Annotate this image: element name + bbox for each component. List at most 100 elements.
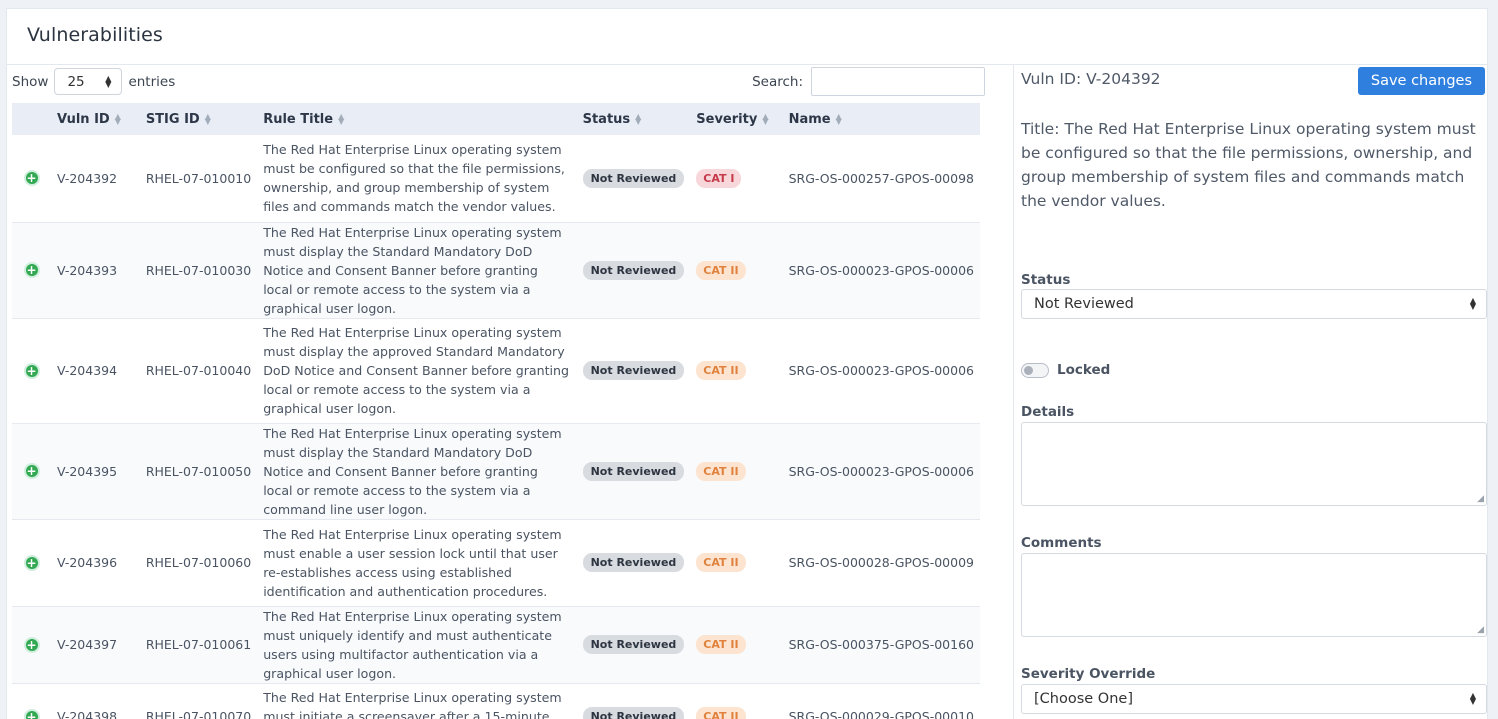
- table-row[interactable]: + V-204392 RHEL-07-010010 The Red Hat En…: [12, 135, 980, 222]
- locked-label: Locked: [1057, 362, 1111, 378]
- name-cell: SRG-OS-000028-GPOS-00009: [788, 555, 974, 570]
- table-row[interactable]: + V-204394 RHEL-07-010040 The Red Hat En…: [12, 318, 980, 423]
- sort-icon: ▲ ▼: [635, 112, 642, 126]
- column-header-vuln-id[interactable]: Vuln ID ▲ ▼: [51, 103, 140, 135]
- plus-circle-icon[interactable]: +: [23, 262, 40, 278]
- status-select-value: Not Reviewed: [1034, 296, 1134, 312]
- vulnerability-detail-panel: Vuln ID: V-204392 Save changes Title: Th…: [1015, 65, 1487, 719]
- comments-textarea[interactable]: ◢: [1021, 553, 1487, 637]
- sort-icon: ▲ ▼: [204, 112, 211, 126]
- vuln-id-cell: V-204392: [57, 170, 118, 186]
- stig-id-cell: RHEL-07-010060: [145, 555, 252, 570]
- detail-title: Title: The Red Hat Enterprise Linux oper…: [1021, 120, 1476, 210]
- name-cell: SRG-OS-000023-GPOS-00006: [788, 262, 974, 278]
- plus-circle-icon[interactable]: +: [23, 362, 40, 379]
- vulnerability-list-panel: Show 25 ▲ ▼ entries Search: Vuln ID ▲ ▼ STI…: [7, 65, 1014, 719]
- column-header-name[interactable]: Name ▲ ▼: [783, 103, 980, 135]
- table-row[interactable]: + V-204395 RHEL-07-010050 The Red Hat En…: [12, 423, 980, 519]
- severity-override-select[interactable]: [Choose One] ▲ ▼: [1021, 684, 1487, 714]
- severity-badge: CAT II: [696, 260, 746, 280]
- search-input[interactable]: [811, 67, 985, 96]
- column-header-stig-id[interactable]: STIG ID ▲ ▼: [140, 103, 257, 135]
- status-badge: Not Reviewed: [582, 707, 685, 719]
- plus-circle-icon[interactable]: +: [23, 636, 40, 653]
- sort-icon: ▲ ▼: [762, 112, 769, 126]
- toggle-knob: [1024, 366, 1033, 375]
- entries-value: 25: [67, 73, 85, 90]
- entries-label: entries: [128, 73, 176, 90]
- severity-badge: CAT II: [696, 707, 746, 719]
- vuln-id-cell: V-204397: [57, 637, 118, 652]
- rule-title-cell: The Red Hat Enterprise Linux operating s…: [263, 325, 570, 416]
- column-header-severity[interactable]: Severity ▲ ▼: [690, 103, 782, 135]
- entries-select[interactable]: 25 ▲ ▼: [54, 68, 123, 95]
- stig-id-cell: RHEL-07-010010: [145, 170, 252, 186]
- status-badge: Not Reviewed: [582, 553, 685, 572]
- vuln-id-cell: V-204398: [57, 709, 118, 719]
- stig-id-cell: RHEL-07-010030: [145, 262, 252, 278]
- vuln-id-cell: V-204394: [57, 363, 118, 378]
- stig-id-cell: RHEL-07-010070: [145, 709, 252, 719]
- plus-circle-icon[interactable]: +: [23, 708, 40, 719]
- details-textarea[interactable]: ◢: [1021, 422, 1487, 506]
- details-label: Details: [1021, 404, 1075, 420]
- updown-icon: ▲ ▼: [105, 73, 112, 89]
- plus-circle-icon[interactable]: +: [23, 170, 40, 187]
- search-label: Search:: [752, 73, 803, 90]
- vulnerabilities-card: Vulnerabilities Show 25 ▲ ▼ entries Searc…: [6, 8, 1488, 719]
- rule-title-cell: The Red Hat Enterprise Linux operating s…: [263, 224, 562, 316]
- table-controls: Show 25 ▲ ▼ entries Search:: [7, 65, 1013, 103]
- status-select[interactable]: Not Reviewed ▲ ▼: [1021, 289, 1487, 319]
- status-badge: Not Reviewed: [582, 461, 685, 481]
- vulnerabilities-table: Vuln ID ▲ ▼ STIG ID ▲ ▼ Rule Title ▲ ▼ Status ▲…: [12, 103, 980, 719]
- table-row[interactable]: + V-204397 RHEL-07-010061 The Red Hat En…: [12, 606, 980, 683]
- table-row[interactable]: + V-204398 RHEL-07-010070 The Red Hat En…: [12, 683, 980, 719]
- rule-title-cell: The Red Hat Enterprise Linux operating s…: [263, 425, 562, 517]
- card-header: Vulnerabilities: [7, 9, 1487, 65]
- table-header-row: Vuln ID ▲ ▼ STIG ID ▲ ▼ Rule Title ▲ ▼ Status ▲…: [12, 103, 980, 135]
- plus-circle-icon[interactable]: +: [23, 554, 40, 571]
- rule-title-cell: The Red Hat Enterprise Linux operating s…: [263, 608, 562, 681]
- comments-label: Comments: [1021, 535, 1102, 551]
- page-title: Vulnerabilities: [27, 24, 163, 46]
- severity-override-value: [Choose One]: [1034, 691, 1133, 707]
- severity-override-label: Severity Override: [1021, 666, 1156, 682]
- name-cell: SRG-OS-000257-GPOS-00098: [788, 170, 974, 186]
- expand-column-header: [12, 103, 51, 135]
- stig-id-cell: RHEL-07-010050: [145, 463, 252, 479]
- page-length-control: Show 25 ▲ ▼ entries: [12, 68, 175, 95]
- locked-toggle[interactable]: [1021, 363, 1049, 378]
- stig-id-cell: RHEL-07-010040: [145, 363, 252, 378]
- severity-badge: CAT II: [696, 553, 746, 572]
- search-control: Search:: [752, 67, 985, 96]
- detail-vuln-id: Vuln ID: V-204392: [1021, 70, 1161, 88]
- vuln-id-cell: V-204396: [57, 555, 118, 570]
- severity-badge: CAT II: [696, 635, 746, 654]
- updown-icon: ▲ ▼: [1469, 296, 1476, 311]
- severity-badge: CAT II: [696, 461, 746, 481]
- resize-grip-icon[interactable]: ◢: [1477, 494, 1484, 504]
- name-cell: SRG-OS-000023-GPOS-00006: [788, 363, 974, 378]
- rule-title-cell: The Red Hat Enterprise Linux operating s…: [263, 526, 562, 599]
- save-changes-button[interactable]: Save changes: [1357, 67, 1485, 95]
- name-cell: SRG-OS-000375-GPOS-00160: [788, 637, 974, 652]
- table-row[interactable]: + V-204393 RHEL-07-010030 The Red Hat En…: [12, 222, 980, 318]
- stig-id-cell: RHEL-07-010061: [145, 637, 252, 652]
- vuln-id-cell: V-204395: [57, 463, 118, 479]
- status-badge: Not Reviewed: [582, 635, 685, 654]
- column-header-rule-title[interactable]: Rule Title ▲ ▼: [257, 103, 576, 135]
- resize-grip-icon[interactable]: ◢: [1477, 625, 1484, 635]
- table-row[interactable]: + V-204396 RHEL-07-010060 The Red Hat En…: [12, 519, 980, 606]
- plus-circle-icon[interactable]: +: [23, 463, 40, 479]
- sort-icon: ▲ ▼: [114, 112, 121, 126]
- column-header-status[interactable]: Status ▲ ▼: [577, 103, 691, 135]
- status-badge: Not Reviewed: [582, 260, 685, 280]
- name-cell: SRG-OS-000023-GPOS-00006: [788, 463, 974, 479]
- status-badge: Not Reviewed: [582, 168, 685, 188]
- status-label: Status: [1021, 272, 1071, 288]
- sort-icon: ▲ ▼: [835, 112, 842, 126]
- rule-title-cell: The Red Hat Enterprise Linux operating s…: [263, 142, 565, 215]
- updown-icon: ▲ ▼: [1469, 691, 1476, 706]
- severity-badge: CAT I: [696, 168, 742, 188]
- severity-badge: CAT II: [696, 361, 746, 380]
